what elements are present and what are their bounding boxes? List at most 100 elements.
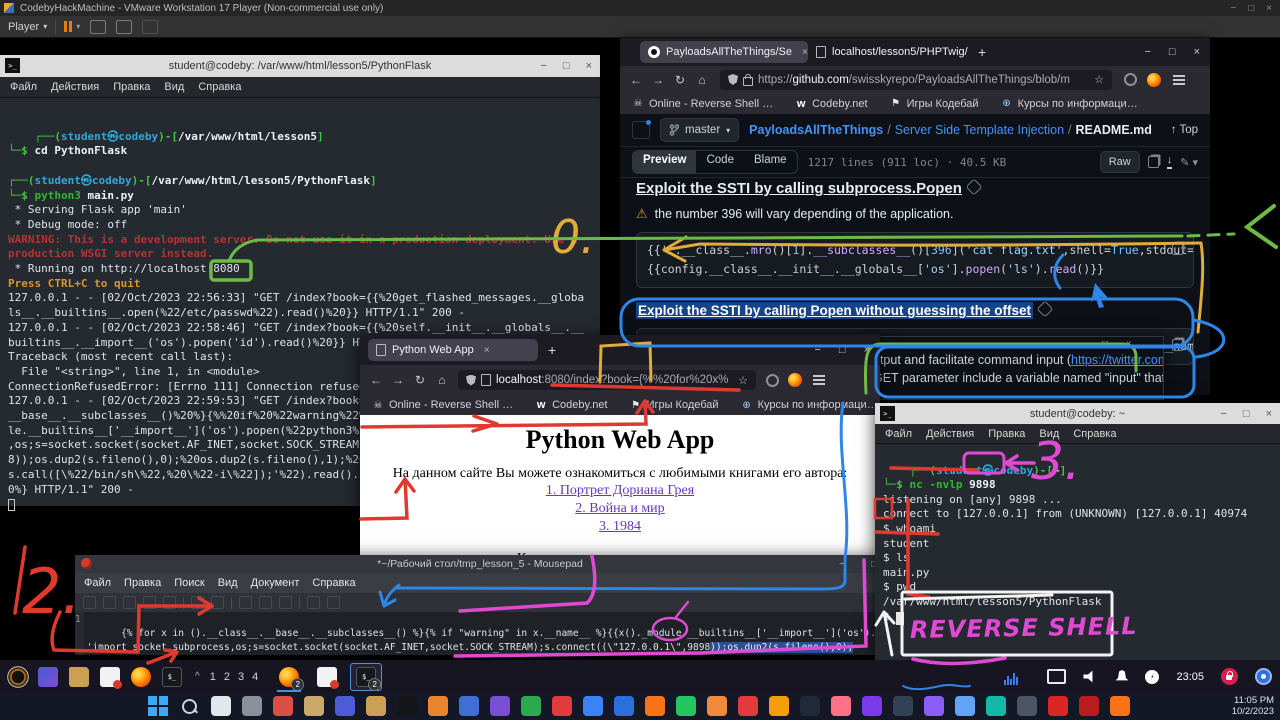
vmware-minimize-button[interactable]: −: [1230, 3, 1236, 14]
file-tree-icon[interactable]: [632, 121, 650, 139]
reload-icon[interactable]: [163, 596, 176, 609]
breadcrumb-section[interactable]: Server Side Template Injection: [895, 123, 1064, 137]
launcher-expand-icon[interactable]: ^: [195, 671, 200, 682]
taskbar-firefox-button[interactable]: 2: [274, 664, 304, 690]
window-minimize-button[interactable]: −: [814, 344, 820, 356]
mousepad-minimize-button[interactable]: −: [839, 559, 845, 570]
mousepad-menu-item[interactable]: Файл: [84, 577, 111, 589]
file-view-tab[interactable]: Code: [696, 151, 744, 173]
mousepad-window[interactable]: *~/Рабочий стол/tmp_lesson_5 - Mousepad …: [75, 555, 885, 655]
firefox-account-icon[interactable]: [788, 373, 802, 387]
twitter-link[interactable]: https://twitter.com/SecGus: [1071, 353, 1164, 367]
power-manager-icon[interactable]: [1145, 670, 1159, 684]
kali-menu-icon[interactable]: [6, 665, 30, 689]
book-link[interactable]: 1. Портрет Дориана Грея: [360, 482, 880, 500]
window-close-button[interactable]: ×: [864, 344, 870, 356]
workspace-number[interactable]: 4: [252, 671, 258, 683]
bookmark-item[interactable]: Курсы по информаци…: [1001, 98, 1138, 110]
taskbar-app-icon[interactable]: [955, 696, 975, 716]
taskbar-app-icon[interactable]: [521, 696, 541, 716]
terminal-maximize-button[interactable]: □: [1243, 408, 1250, 420]
taskbar-app-icon[interactable]: [1017, 696, 1037, 716]
url-bar[interactable]: localhost:8080/index?book={%%20for%20x% …: [458, 370, 756, 390]
paste-icon[interactable]: [279, 596, 292, 609]
terminal-menu-item[interactable]: Вид: [1039, 428, 1059, 440]
system-clock[interactable]: 11:05 PM 10/2/2023: [1232, 695, 1274, 717]
forward-icon[interactable]: →: [388, 373, 408, 387]
terminal-maximize-button[interactable]: □: [563, 60, 570, 72]
breadcrumb-repo[interactable]: PayloadsAllTheThings: [749, 123, 883, 137]
taskbar-app-icon[interactable]: [335, 696, 355, 716]
ssti-popen-heading[interactable]: Exploit the SSTI by calling Popen withou…: [636, 302, 1033, 319]
fragment-minimize-button[interactable]: −: [1078, 339, 1084, 350]
terminal-minimize-button[interactable]: −: [1220, 408, 1226, 420]
menu-hamburger-icon[interactable]: [813, 375, 825, 377]
taskbar-app-icon[interactable]: [893, 696, 913, 716]
book-link[interactable]: 2. Война и мир: [360, 500, 880, 518]
taskbar-app-icon[interactable]: [924, 696, 944, 716]
tab-close-icon[interactable]: ×: [802, 47, 808, 58]
taskbar-app-icon[interactable]: [583, 696, 603, 716]
file-view-tab[interactable]: Preview: [633, 151, 696, 173]
player-menu-caret-icon[interactable]: ▾: [43, 22, 47, 31]
raw-button[interactable]: Raw: [1100, 151, 1140, 173]
search-icon[interactable]: [307, 596, 320, 609]
tab-python-web-app[interactable]: Python Web App ×: [368, 339, 538, 361]
tracking-shield-icon[interactable]: [466, 375, 476, 386]
branch-selector[interactable]: master ▾: [660, 118, 739, 142]
window-close-button[interactable]: ×: [1194, 46, 1200, 58]
workspace-number[interactable]: 3: [238, 671, 244, 683]
redo-icon[interactable]: [211, 596, 224, 609]
search-replace-icon[interactable]: [327, 596, 340, 609]
terminal-menu-item[interactable]: Правка: [113, 81, 150, 93]
launcher-app-grid-icon[interactable]: [38, 667, 58, 687]
new-file-icon[interactable]: [83, 596, 96, 609]
workspace-number[interactable]: 2: [224, 671, 230, 683]
bookmark-item[interactable]: Игры Кодебай: [630, 399, 719, 411]
vm-clock[interactable]: 23:05: [1176, 671, 1204, 683]
cut-icon[interactable]: [239, 596, 252, 609]
scroll-top-link[interactable]: ↑ Top: [1171, 124, 1198, 136]
taskbar-app-icon[interactable]: [800, 696, 820, 716]
pause-caret-icon[interactable]: ▾: [76, 22, 80, 31]
extension-icon[interactable]: [766, 374, 779, 387]
taskbar-app-icon[interactable]: [242, 696, 262, 716]
session-icon[interactable]: [1255, 668, 1272, 685]
book-link[interactable]: 3. 1984: [360, 518, 880, 536]
window-minimize-button[interactable]: −: [1144, 46, 1150, 58]
terminal-menu-item[interactable]: Файл: [10, 81, 37, 93]
taskbar-app-icon[interactable]: [831, 696, 851, 716]
taskbar-app-icon[interactable]: [862, 696, 882, 716]
taskbar-app-icon[interactable]: [707, 696, 727, 716]
taskbar-app-icon[interactable]: [1110, 696, 1130, 716]
terminal-menu-item[interactable]: Правка: [988, 428, 1025, 440]
terminal-menu-item[interactable]: Справка: [198, 81, 241, 93]
taskbar-app-icon[interactable]: [366, 696, 386, 716]
taskbar-terminal-button[interactable]: $_ 2: [350, 663, 382, 691]
taskbar-app-icon[interactable]: [552, 696, 572, 716]
fragment-close-button[interactable]: ×: [1126, 339, 1132, 350]
bookmark-item[interactable]: Online - Reverse Shell …: [372, 399, 513, 411]
taskbar-app-icon[interactable]: [1048, 696, 1068, 716]
window-maximize-button[interactable]: □: [839, 344, 846, 356]
download-icon[interactable]: ↓: [1167, 156, 1173, 169]
copy-code-icon[interactable]: [1172, 339, 1183, 351]
terminal-window-nc[interactable]: >_ student@codeby: ~ − □ × ФайлДействияП…: [875, 403, 1280, 660]
taskbar-app-icon[interactable]: [1079, 696, 1099, 716]
bookmark-item[interactable]: Codeby.net: [795, 98, 867, 110]
mousepad-menu-item[interactable]: Документ: [251, 577, 300, 589]
new-tab-button[interactable]: +: [978, 44, 986, 60]
copy-icon[interactable]: [259, 596, 272, 609]
background-window-fragment[interactable]: − □ × utput and facilitate command input…: [872, 336, 1164, 400]
launcher-firefox-icon[interactable]: [131, 667, 151, 687]
pause-vm-button[interactable]: [64, 21, 72, 32]
ssti-subprocess-heading[interactable]: Exploit the SSTI by calling subprocess.P…: [636, 180, 962, 197]
notifications-bell-icon[interactable]: [1115, 670, 1128, 683]
terminal-menu-item[interactable]: Действия: [51, 81, 99, 93]
forward-icon[interactable]: →: [648, 73, 668, 87]
open-file-icon[interactable]: [103, 596, 116, 609]
windows-start-button[interactable]: [148, 696, 168, 716]
mousepad-menu-item[interactable]: Правка: [124, 577, 161, 589]
taskbar-app-icon[interactable]: [769, 696, 789, 716]
launcher-file-manager-icon[interactable]: [69, 667, 89, 687]
